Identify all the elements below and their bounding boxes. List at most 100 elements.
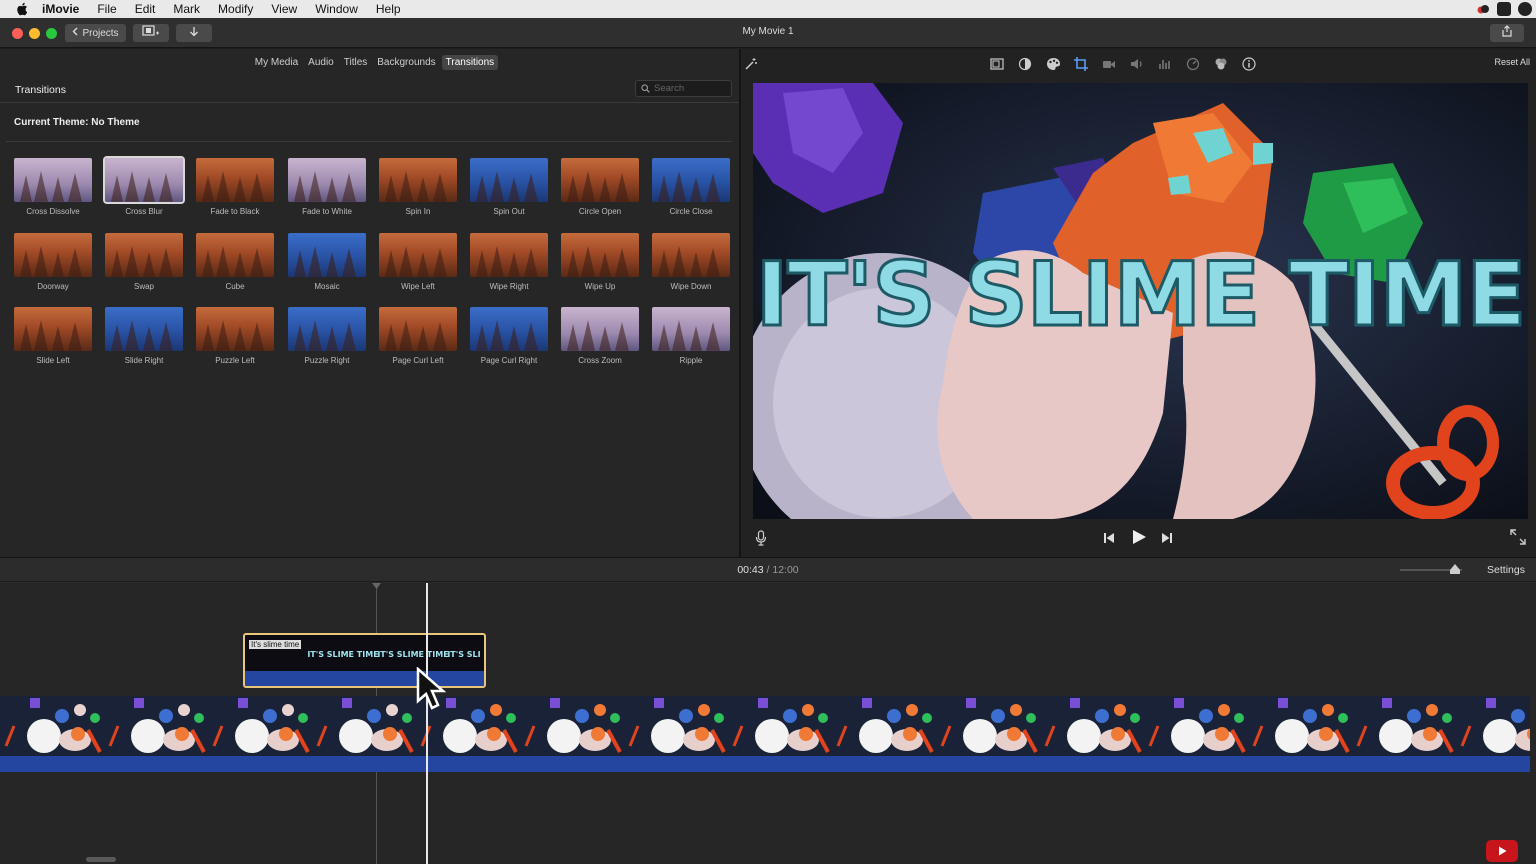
status-icon-cloud[interactable]	[1476, 2, 1490, 16]
tab-transitions[interactable]: Transitions	[441, 55, 499, 70]
video-clip-band	[0, 756, 1530, 772]
transition-label: Cross Dissolve	[26, 207, 80, 216]
magic-wand-icon[interactable]	[743, 56, 759, 72]
transition-thumbnail	[14, 233, 92, 277]
transition-thumbnail	[196, 233, 274, 277]
close-window-button[interactable]	[12, 28, 23, 39]
transition-cube[interactable]: Cube	[196, 233, 274, 295]
apple-icon[interactable]	[16, 2, 30, 16]
tab-titles[interactable]: Titles	[340, 55, 372, 70]
transition-label: Wipe Up	[584, 282, 616, 291]
transition-swap[interactable]: Swap	[105, 233, 183, 295]
transition-wipe-down[interactable]: Wipe Down	[652, 233, 730, 295]
filmstrip-frame	[1456, 696, 1530, 756]
skip-back-icon[interactable]	[1103, 531, 1115, 549]
transition-label: Slide Right	[124, 356, 164, 365]
speed-icon[interactable]	[1185, 56, 1201, 72]
transition-thumbnail	[652, 233, 730, 277]
transition-wipe-up[interactable]: Wipe Up	[561, 233, 639, 295]
menu-help[interactable]: Help	[367, 0, 410, 18]
transition-puzzle-right[interactable]: Puzzle Right	[288, 307, 366, 369]
transition-spin-in[interactable]: Spin In	[379, 158, 457, 220]
library-view-button[interactable]	[133, 24, 169, 42]
transition-circle-close[interactable]: Circle Close	[652, 158, 730, 220]
video-preview[interactable]: IT'S SLIME TIME	[753, 83, 1528, 519]
menu-mark[interactable]: Mark	[164, 0, 209, 18]
info-icon[interactable]	[1241, 56, 1257, 72]
tab-audio[interactable]: Audio	[304, 55, 338, 70]
minimize-window-button[interactable]	[29, 28, 40, 39]
timeline-horizontal-scrollbar[interactable]	[86, 857, 116, 862]
tab-my-media[interactable]: My Media	[251, 55, 302, 70]
crop-to-fill-icon[interactable]	[989, 56, 1005, 72]
search-box[interactable]	[635, 80, 732, 97]
transition-slide-left[interactable]: Slide Left	[14, 307, 92, 369]
status-icon-sync[interactable]	[1518, 2, 1532, 16]
transition-label: Swap	[133, 282, 154, 291]
crop-icon[interactable]	[1073, 56, 1089, 72]
import-button[interactable]	[176, 24, 212, 42]
color-balance-icon[interactable]	[1017, 56, 1033, 72]
playback-controls	[741, 519, 1536, 557]
browser-tabs: My Media Audio Titles Backgrounds Transi…	[0, 49, 739, 76]
transition-fade-to-white[interactable]: Fade to White	[288, 158, 366, 220]
transition-cross-blur[interactable]: Cross Blur	[103, 156, 185, 220]
menu-modify[interactable]: Modify	[209, 0, 262, 18]
video-clip-track[interactable]	[0, 696, 1530, 772]
transition-label: Cube	[225, 282, 245, 291]
fullscreen-icon[interactable]	[1510, 529, 1526, 550]
transition-wipe-right[interactable]: Wipe Right	[470, 233, 548, 295]
transition-thumbnail	[561, 233, 639, 277]
skip-forward-icon[interactable]	[1161, 531, 1173, 549]
menu-file[interactable]: File	[88, 0, 125, 18]
transition-label: Page Curl Left	[392, 356, 444, 365]
transition-label: Slide Left	[36, 356, 70, 365]
transition-circle-open[interactable]: Circle Open	[561, 158, 639, 220]
current-time: 00:43	[737, 564, 764, 576]
color-correction-icon[interactable]	[1045, 56, 1061, 72]
transition-doorway[interactable]: Doorway	[14, 233, 92, 295]
tab-backgrounds[interactable]: Backgrounds	[373, 55, 439, 70]
transition-mosaic[interactable]: Mosaic	[288, 233, 366, 295]
transition-cross-dissolve[interactable]: Cross Dissolve	[14, 158, 92, 220]
share-button[interactable]	[1490, 24, 1524, 42]
menu-edit[interactable]: Edit	[126, 0, 165, 18]
play-icon[interactable]	[1131, 529, 1147, 550]
title-clip-frame: IT'S SLIME TIME	[377, 649, 449, 659]
reset-all-button[interactable]: Reset All	[1494, 57, 1530, 67]
transition-label: Wipe Left	[401, 282, 435, 291]
timeline-tracks[interactable]: IT'S SLIME TIME IT'S SLIME TIME IT'S SLI…	[0, 583, 1536, 864]
transition-ripple[interactable]: Ripple	[652, 307, 730, 369]
transition-wipe-left[interactable]: Wipe Left	[379, 233, 457, 295]
transition-page-curl-right[interactable]: Page Curl Right	[470, 307, 548, 369]
subscribe-badge-icon[interactable]	[1486, 840, 1518, 862]
menu-window[interactable]: Window	[306, 0, 367, 18]
status-icon-drive[interactable]	[1497, 2, 1511, 16]
transition-thumbnail	[379, 233, 457, 277]
transition-spin-out[interactable]: Spin Out	[470, 158, 548, 220]
filmstrip-frame	[104, 696, 208, 756]
zoom-window-button[interactable]	[46, 28, 57, 39]
clip-filter-icon[interactable]	[1213, 56, 1229, 72]
menu-app-name[interactable]: iMovie	[38, 0, 88, 18]
transition-cross-zoom[interactable]: Cross Zoom	[561, 307, 639, 369]
projects-button[interactable]: Projects	[65, 24, 126, 42]
transition-label: Puzzle Left	[215, 356, 255, 365]
playhead[interactable]	[426, 583, 428, 864]
volume-icon[interactable]	[1129, 56, 1145, 72]
stabilization-icon[interactable]	[1101, 56, 1117, 72]
theme-divider	[6, 141, 732, 142]
transition-label: Circle Close	[669, 207, 713, 216]
transition-label: Cross Blur	[125, 207, 163, 216]
timeline-settings-button[interactable]: Settings	[1487, 564, 1525, 576]
transition-fade-to-black[interactable]: Fade to Black	[196, 158, 274, 220]
share-icon	[1501, 24, 1513, 42]
noise-reduction-icon[interactable]	[1157, 56, 1173, 72]
menu-view[interactable]: View	[262, 0, 306, 18]
transition-puzzle-left[interactable]: Puzzle Left	[196, 307, 274, 369]
transition-slide-right[interactable]: Slide Right	[105, 307, 183, 369]
microphone-icon[interactable]	[755, 530, 767, 551]
transition-page-curl-left[interactable]: Page Curl Left	[379, 307, 457, 369]
search-input[interactable]	[654, 83, 724, 94]
mouse-pointer-icon	[416, 666, 450, 716]
